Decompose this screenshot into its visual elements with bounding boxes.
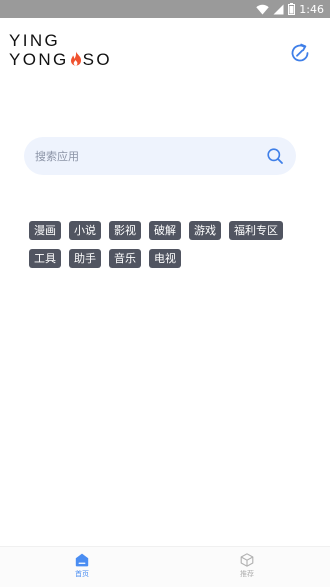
search-input[interactable]: 搜索应用 bbox=[24, 137, 296, 175]
tag-tv[interactable]: 电视 bbox=[149, 249, 181, 268]
logo-line-2: YONG SO bbox=[9, 50, 112, 69]
status-bar: 1:46 bbox=[0, 0, 330, 18]
tab-home-label: 首页 bbox=[75, 570, 89, 578]
tag-welfare-zone[interactable]: 福利专区 bbox=[229, 221, 283, 240]
tag-assistant[interactable]: 助手 bbox=[69, 249, 101, 268]
refresh-button[interactable] bbox=[287, 40, 313, 66]
search-icon[interactable] bbox=[266, 147, 284, 165]
tag-video[interactable]: 影视 bbox=[109, 221, 141, 240]
home-icon bbox=[75, 553, 89, 567]
tab-home[interactable]: 首页 bbox=[52, 553, 112, 587]
app-logo: YING YONG SO bbox=[9, 31, 112, 69]
tag-music[interactable]: 音乐 bbox=[109, 249, 141, 268]
cube-icon bbox=[240, 553, 254, 567]
refresh-icon bbox=[291, 43, 309, 62]
battery-icon bbox=[288, 3, 296, 15]
tag-comics[interactable]: 漫画 bbox=[29, 221, 61, 240]
category-tags: 漫画 小说 影视 破解 游戏 福利专区 工具 助手 音乐 电视 bbox=[29, 221, 309, 268]
tab-recommend[interactable]: 推荐 bbox=[217, 553, 277, 587]
wifi-icon bbox=[256, 4, 269, 14]
tag-tools[interactable]: 工具 bbox=[29, 249, 61, 268]
tag-games[interactable]: 游戏 bbox=[189, 221, 221, 240]
signal-icon bbox=[273, 4, 284, 14]
status-icons: 1:46 bbox=[256, 1, 324, 17]
tab-recommend-label: 推荐 bbox=[240, 570, 254, 578]
tag-cracked[interactable]: 破解 bbox=[149, 221, 181, 240]
bottom-navigation: 首页 推荐 bbox=[0, 546, 330, 587]
tag-novels[interactable]: 小说 bbox=[69, 221, 101, 240]
search-placeholder: 搜索应用 bbox=[35, 150, 79, 163]
logo-word-yong: YONG bbox=[9, 50, 69, 69]
logo-word-so: SO bbox=[82, 50, 113, 69]
flame-icon bbox=[70, 51, 81, 66]
status-time: 1:46 bbox=[299, 2, 324, 16]
logo-line-1: YING bbox=[9, 31, 61, 50]
